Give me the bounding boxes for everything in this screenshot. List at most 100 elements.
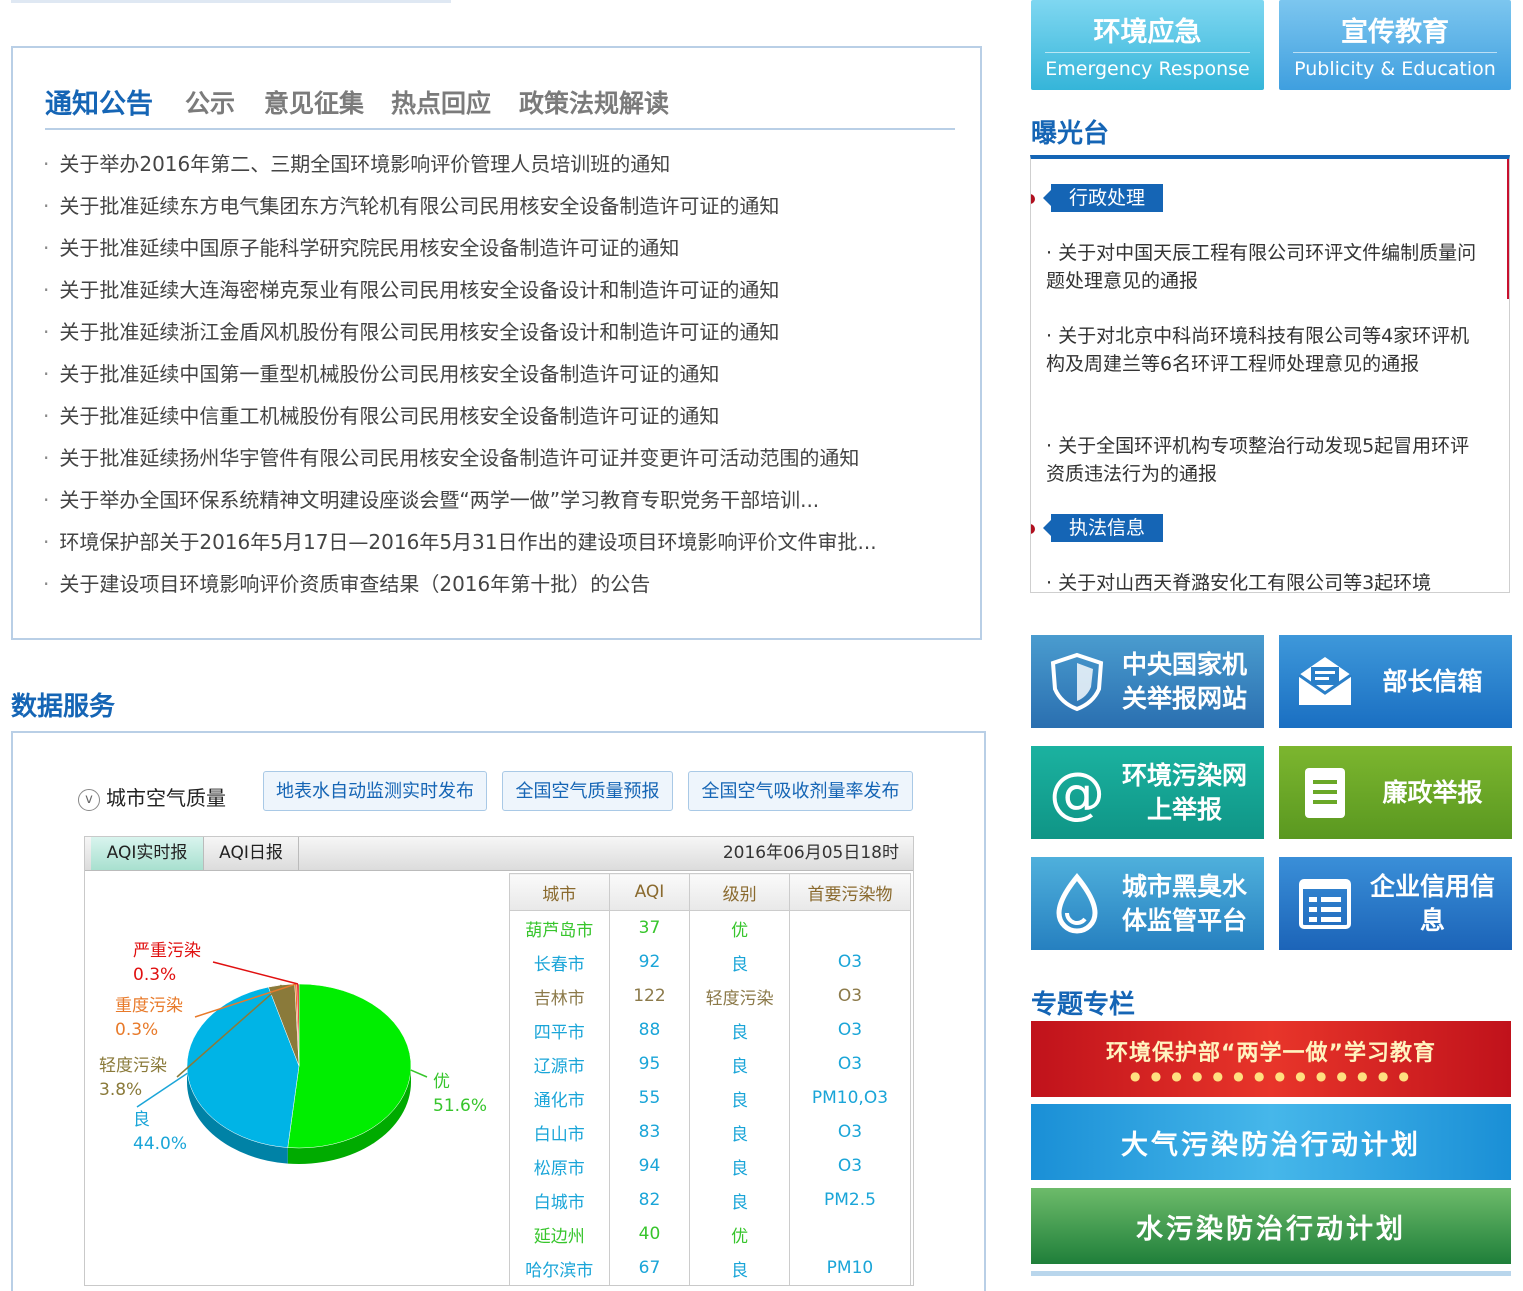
cell-pollutant: O3	[788, 979, 912, 1013]
notice-item[interactable]: · 关于举办2016年第二、三期全国环境影响评价管理人员培训班的通知	[43, 148, 943, 190]
bullet-icon: ·	[43, 194, 50, 218]
category-enforcement-info[interactable]: 执法信息	[1042, 514, 1164, 542]
cell-aqi: 83	[608, 1115, 691, 1149]
pie-value-label: 0.3%	[133, 965, 176, 985]
tile-divider	[1293, 52, 1497, 53]
document-icon	[1305, 768, 1345, 818]
aqi-widget: AQI实时报 AQI日报 2016年06月05日18时 优 51.6% 良 44.0%…	[84, 836, 914, 1286]
category-admin-handling[interactable]: 行政处理	[1042, 184, 1164, 212]
tab-opinion-solicitation[interactable]: 意见征集	[264, 84, 364, 120]
cell-city[interactable]: 长春市	[509, 945, 610, 979]
table-row: 哈尔滨市 67 良 PM10	[509, 1251, 912, 1285]
emergency-response-tile[interactable]: 环境应急 Emergency Response	[1031, 0, 1264, 90]
cell-pollutant	[788, 1217, 912, 1251]
cell-level: 良	[689, 945, 790, 979]
exposure-item[interactable]: · 关于全国环评机构专项整治行动发现5起冒用环评资质违法行为的通报	[1046, 432, 1486, 488]
notice-item[interactable]: · 关于举办全国环保系统精神文明建设座谈会暨“两学一做”学习教育专职党务干部培训.…	[43, 484, 943, 526]
tile-label: 廉政举报	[1382, 777, 1483, 807]
cell-level: 良	[689, 1251, 790, 1285]
tab-aqi-realtime[interactable]: AQI实时报	[91, 837, 204, 870]
air-absorbed-dose-button[interactable]: 全国空气吸收剂量率发布	[688, 771, 913, 811]
cell-city[interactable]: 葫芦岛市	[509, 910, 610, 945]
surface-water-monitoring-button[interactable]: 地表水自动监测实时发布	[263, 771, 487, 811]
cell-aqi: 95	[608, 1047, 691, 1081]
enterprise-credit-tile[interactable]: 企业信用信息	[1279, 857, 1512, 950]
notice-item[interactable]: · 环境保护部关于2016年5月17日—2016年5月31日作出的建设项目环境影响…	[43, 526, 943, 568]
central-organs-report-tile[interactable]: 中央国家机关举报网站	[1031, 635, 1264, 728]
next-banner-partial[interactable]	[1031, 1271, 1511, 1276]
notice-item-title: 关于建设项目环境影响评价资质审查结果（2016年第十批）的公告	[59, 572, 651, 596]
pollution-online-report-tile[interactable]: @ 环境污染网上举报	[1031, 746, 1264, 839]
tab-aqi-daily[interactable]: AQI日报	[204, 837, 299, 870]
cell-city[interactable]: 吉林市	[509, 979, 610, 1013]
notice-item[interactable]: · 关于批准延续东方电气集团东方汽轮机有限公司民用核安全设备制造许可证的通知	[43, 190, 943, 232]
bullet-icon: ·	[43, 236, 50, 260]
tab-hot-responses[interactable]: 热点回应	[391, 84, 491, 120]
svg-text:@: @	[1049, 762, 1105, 824]
tile-label: 企业信用信息	[1369, 871, 1495, 935]
two-studies-banner[interactable]: 环境保护部“两学一做”学习教育 ● ● ● ● ● ● ● ● ● ● ● ● …	[1031, 1021, 1511, 1097]
cell-city[interactable]: 白城市	[509, 1183, 610, 1217]
integrity-report-tile[interactable]: 廉政举报	[1279, 746, 1512, 839]
cell-city[interactable]: 辽源市	[509, 1047, 610, 1081]
notice-item-title: 关于批准延续扬州华宇管件有限公司民用核安全设备制造许可证并变更许可活动范围的通知	[59, 446, 860, 470]
air-quality-forecast-button[interactable]: 全国空气质量预报	[502, 771, 673, 811]
notice-item[interactable]: · 关于批准延续扬州华宇管件有限公司民用核安全设备制造许可证并变更许可活动范围的通…	[43, 442, 943, 484]
cell-level: 优	[689, 910, 790, 945]
cell-city[interactable]: 通化市	[509, 1081, 610, 1115]
table-row: 辽源市 95 良 O3	[509, 1047, 912, 1081]
notice-item[interactable]: · 关于批准延续大连海密梯克泵业有限公司民用核安全设备设计和制造许可证的通知	[43, 274, 943, 316]
top-divider	[11, 0, 451, 3]
notice-item[interactable]: · 关于批准延续浙江金盾风机股份有限公司民用核安全设备设计和制造许可证的通知	[43, 316, 943, 358]
cell-level: 良	[689, 1013, 790, 1047]
table-row: 延边州 40 优	[509, 1217, 912, 1251]
cell-pollutant: O3	[788, 1115, 912, 1149]
col-aqi: AQI	[608, 873, 691, 911]
shield-icon	[1050, 652, 1104, 712]
notice-item-title: 关于批准延续中国第一重型机械股份公司民用核安全设备制造许可证的通知	[59, 362, 720, 386]
exposure-title: 曝光台	[1031, 119, 1110, 149]
notice-item[interactable]: · 关于批准延续中信重工机械股份有限公司民用核安全设备制造许可证的通知	[43, 400, 943, 442]
tile-label: 中央国家机关举报网站	[1121, 649, 1247, 713]
pie-value-label: 0.3%	[115, 1020, 158, 1040]
air-pollution-action-banner[interactable]: 大气污染防治行动计划	[1031, 1104, 1511, 1180]
cell-level: 优	[689, 1217, 790, 1251]
tab-notices[interactable]: 通知公告	[45, 82, 153, 121]
exposure-item[interactable]: · 关于对山西天脊潞安化工有限公司等3起环境	[1046, 569, 1486, 592]
cell-aqi: 122	[608, 979, 691, 1013]
tab-public-notice[interactable]: 公示	[185, 84, 235, 120]
water-pollution-action-banner[interactable]: 水污染防治行动计划	[1031, 1188, 1511, 1264]
notice-item[interactable]: · 关于建设项目环境影响评价资质审查结果（2016年第十批）的公告	[43, 568, 943, 610]
cell-level: 良	[689, 1115, 790, 1149]
water-drop-icon	[1056, 873, 1098, 934]
cell-pollutant: PM2.5	[788, 1183, 912, 1217]
exposure-item[interactable]: · 关于对北京中科尚环境科技有限公司等4家环评机构及周建兰等6名环评工程师处理意…	[1046, 322, 1486, 378]
cell-city[interactable]: 松原市	[509, 1149, 610, 1183]
exposure-item[interactable]: · 关于对中国天辰工程有限公司环评文件编制质量问题处理意见的通报	[1046, 239, 1486, 295]
notice-item-title: 关于批准延续中信重工机械股份有限公司民用核安全设备制造许可证的通知	[59, 404, 720, 428]
cell-city[interactable]: 白山市	[509, 1115, 610, 1149]
black-odorous-water-tile[interactable]: 城市黑臭水体监管平台	[1031, 857, 1264, 950]
notice-item-title: 关于举办全国环保系统精神文明建设座谈会暨“两学一做”学习教育专职党务干部培训..…	[59, 488, 820, 512]
cell-city[interactable]: 哈尔滨市	[509, 1251, 610, 1285]
cell-city[interactable]: 四平市	[509, 1013, 610, 1047]
cell-level: 良	[689, 1047, 790, 1081]
notice-item-title: 环境保护部关于2016年5月17日—2016年5月31日作出的建设项目环境影响评…	[59, 530, 877, 554]
notice-item[interactable]: · 关于批准延续中国原子能科学研究院民用核安全设备制造许可证的通知	[43, 232, 943, 274]
pie-leader-line	[212, 961, 299, 985]
cell-city[interactable]: 延边州	[509, 1217, 610, 1251]
pie-leader-line	[410, 1069, 428, 1078]
city-air-quality-toggle[interactable]: v 城市空气质量	[78, 782, 226, 811]
chevron-down-icon: v	[78, 788, 100, 811]
envelope-icon	[1298, 657, 1352, 705]
city-air-quality-label: 城市空气质量	[106, 786, 226, 810]
col-primary-pollutant: 首要污染物	[788, 873, 912, 911]
pie-value-label: 51.6%	[433, 1096, 487, 1116]
cell-aqi: 92	[608, 945, 691, 979]
publicity-education-tile[interactable]: 宣传教育 Publicity & Education	[1279, 0, 1511, 90]
banner-decoration: ● ● ● ● ● ● ● ● ● ● ● ● ● ●	[1130, 1069, 1412, 1083]
minister-mailbox-tile[interactable]: 部长信箱	[1279, 635, 1512, 728]
notice-item[interactable]: · 关于批准延续中国第一重型机械股份公司民用核安全设备制造许可证的通知	[43, 358, 943, 400]
pie-label: 优	[433, 1072, 450, 1092]
tab-policy-interpretation[interactable]: 政策法规解读	[519, 84, 669, 120]
